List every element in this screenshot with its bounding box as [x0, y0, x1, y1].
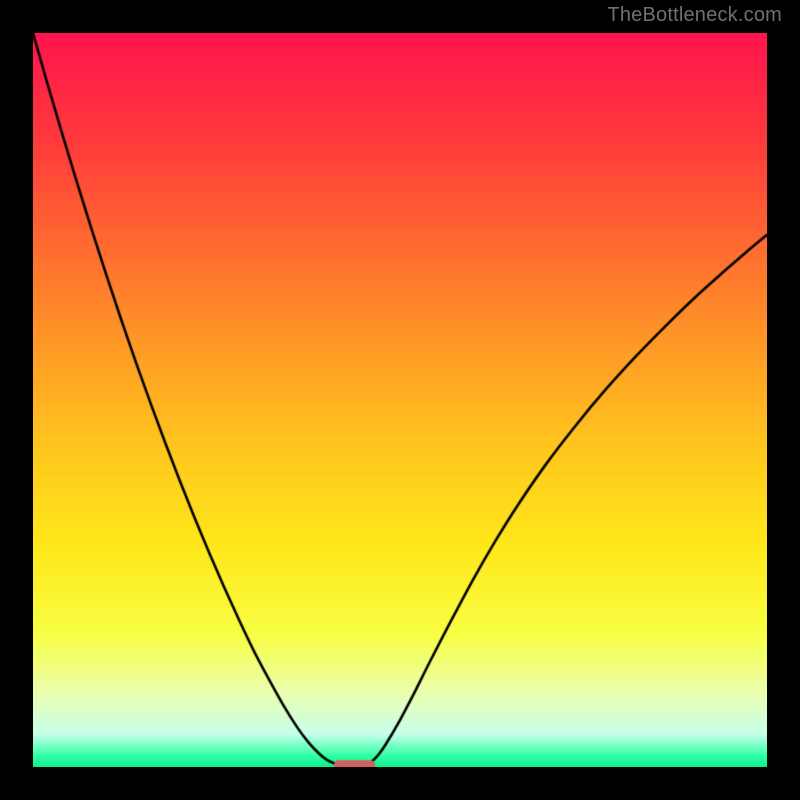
plot-area — [33, 33, 767, 767]
curve-canvas — [33, 33, 767, 767]
watermark-text: TheBottleneck.com — [607, 4, 782, 27]
chart-root: TheBottleneck.com — [0, 0, 800, 800]
